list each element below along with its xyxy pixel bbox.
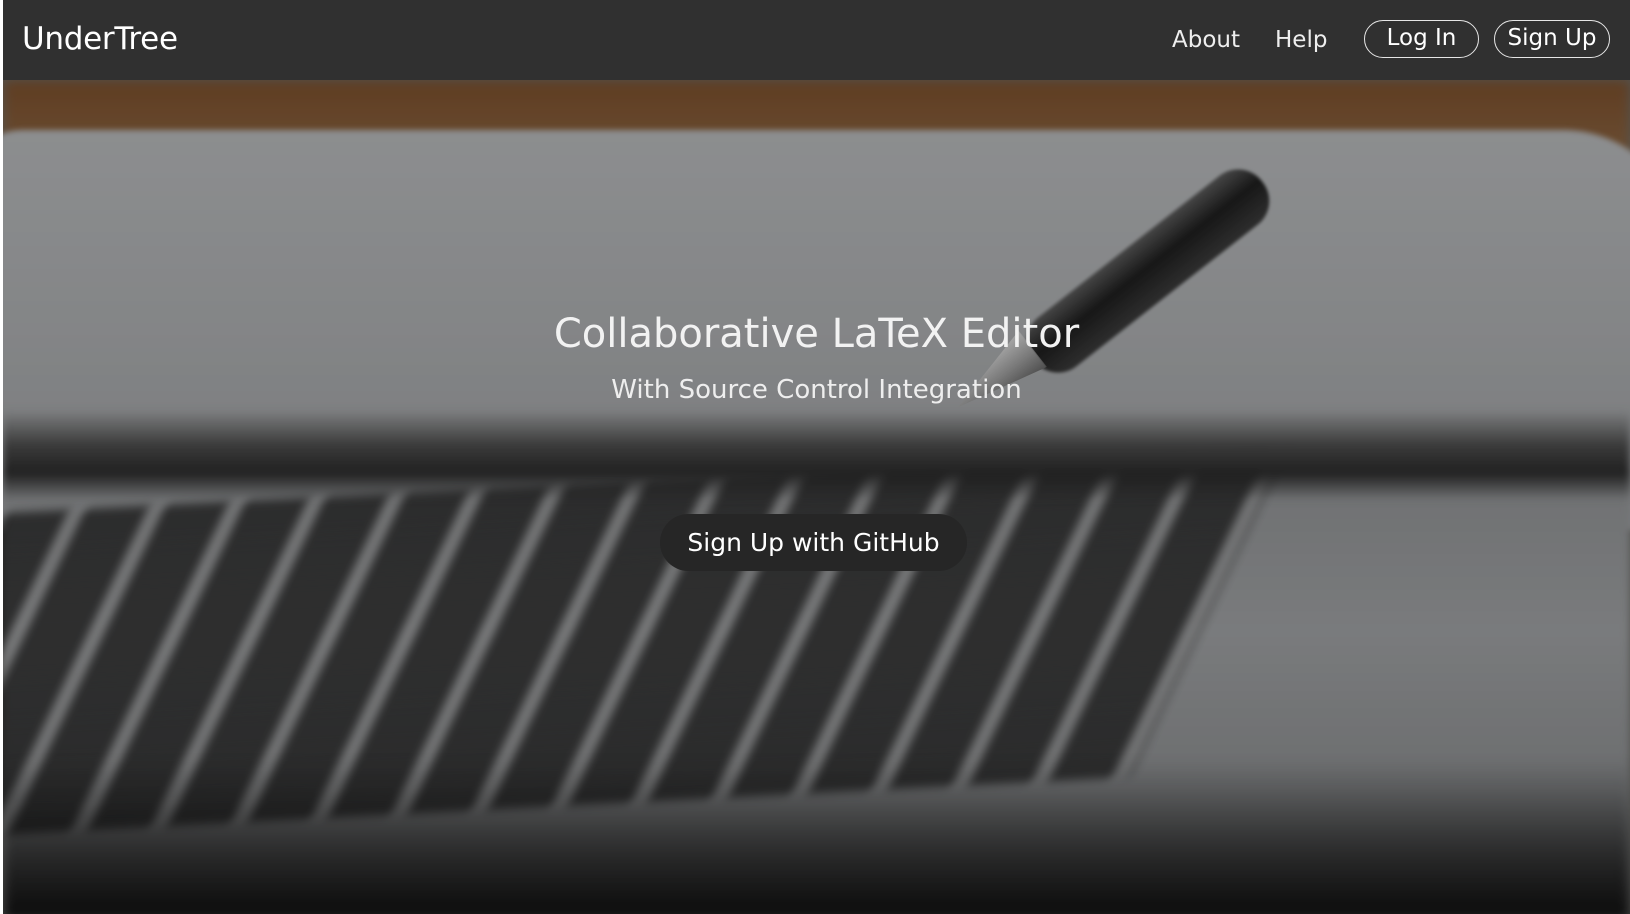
nav-link-about[interactable]: About (1172, 22, 1240, 58)
brand-logo[interactable]: UnderTree (22, 18, 178, 60)
top-navbar: UnderTree About Help Log In Sign Up (3, 0, 1630, 80)
nav-link-help[interactable]: Help (1275, 22, 1327, 58)
hero-dark-overlay (3, 80, 1630, 914)
page: UnderTree About Help Log In Sign Up Coll… (3, 0, 1630, 914)
signup-button[interactable]: Sign Up (1494, 20, 1610, 58)
hero-subtitle: With Source Control Integration (611, 375, 1022, 405)
hero-section: Collaborative LaTeX Editor With Source C… (3, 80, 1630, 914)
login-button[interactable]: Log In (1364, 20, 1479, 58)
hero-title: Collaborative LaTeX Editor (553, 311, 1080, 357)
signup-github-button[interactable]: Sign Up with GitHub (660, 514, 967, 571)
